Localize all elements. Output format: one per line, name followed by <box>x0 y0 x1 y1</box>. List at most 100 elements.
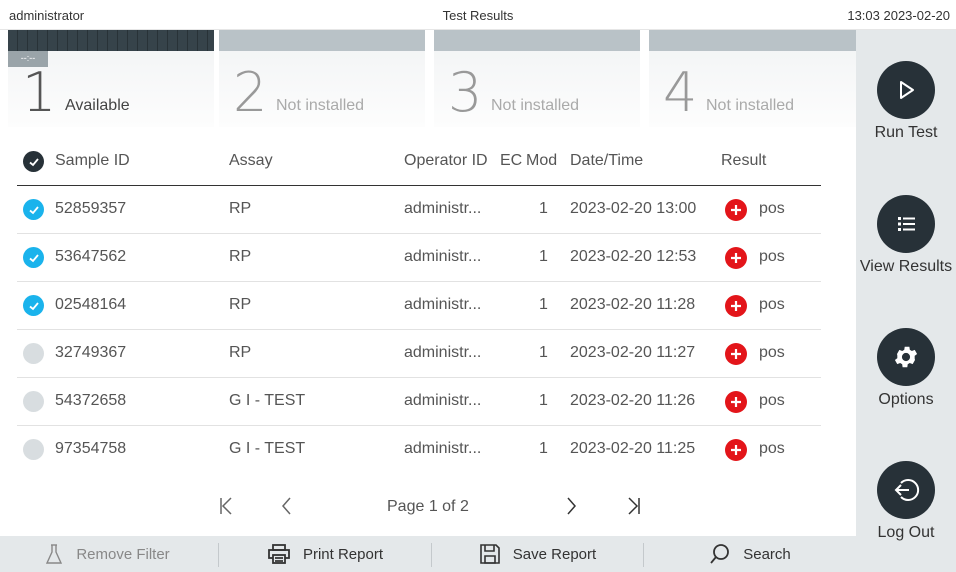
cell-result: pos <box>759 440 785 457</box>
module-status: Not installed <box>491 97 580 114</box>
log-out-label: Log Out <box>877 524 935 541</box>
module-number: 3 <box>448 61 483 124</box>
search-button[interactable]: Search <box>644 536 856 572</box>
save-report-label: Save Report <box>512 545 597 563</box>
page-indicator: Page 1 of 2 <box>387 498 469 515</box>
sidebar: Run Test View Results Options Log Out <box>856 30 956 572</box>
cell-sample-id: 32749367 <box>55 344 127 361</box>
table-header: Sample ID Assay Operator ID EC Mod Date/… <box>17 138 821 186</box>
cell-operator-id: administr... <box>404 248 482 265</box>
positive-result-icon <box>725 343 747 365</box>
first-page-button[interactable] <box>218 494 234 523</box>
select-all-checkbox[interactable] <box>23 151 44 172</box>
print-report-button[interactable]: Print Report <box>219 536 431 572</box>
top-bar: administrator Test Results 13:03 2023-02… <box>0 0 956 30</box>
run-test-button[interactable]: Run Test <box>856 61 956 143</box>
save-disk-icon <box>479 544 500 564</box>
cell-mod: 1 <box>539 296 548 313</box>
cell-datetime: 2023-02-20 11:28 <box>570 296 696 313</box>
cell-mod: 1 <box>539 344 548 361</box>
cell-mod: 1 <box>539 248 548 265</box>
results-table: Sample ID Assay Operator ID EC Mod Date/… <box>17 138 821 474</box>
cell-mod: 1 <box>539 200 548 217</box>
header-mod[interactable]: Mod <box>526 152 557 170</box>
options-button[interactable]: Options <box>856 328 956 410</box>
module-tab-1[interactable]: --:-- 1 Available <box>8 30 214 127</box>
row-select-checkbox[interactable] <box>23 439 44 460</box>
cell-assay: G I - TEST <box>229 392 306 409</box>
row-select-checkbox[interactable] <box>23 391 44 412</box>
view-results-button[interactable]: View Results <box>856 195 956 277</box>
cell-sample-id: 97354758 <box>55 440 127 457</box>
cell-sample-id: 54372658 <box>55 392 127 409</box>
play-icon <box>877 61 935 119</box>
module-tab-3[interactable]: 3 Not installed <box>434 30 640 127</box>
cell-assay: RP <box>229 248 252 265</box>
pagination: Page 1 of 2 <box>0 488 856 524</box>
table-row[interactable]: 32749367 RP administr... 1 2023-02-20 11:27 p… <box>17 330 821 378</box>
module-tab-2[interactable]: 2 Not installed <box>219 30 425 127</box>
cell-operator-id: administr... <box>404 200 482 217</box>
header-result[interactable]: Result <box>721 152 766 170</box>
cell-result: pos <box>759 344 785 361</box>
row-select-checkbox[interactable] <box>23 247 44 268</box>
next-page-button[interactable] <box>566 494 578 523</box>
options-label: Options <box>878 391 934 408</box>
remove-filter-button[interactable]: Remove Filter <box>0 536 214 572</box>
run-test-label: Run Test <box>874 124 938 141</box>
header-sample-id[interactable]: Sample ID <box>55 152 130 170</box>
module-number: 1 <box>22 61 57 124</box>
row-select-checkbox[interactable] <box>23 199 44 220</box>
list-icon <box>877 195 935 253</box>
save-report-button[interactable]: Save Report <box>432 536 643 572</box>
cell-result: pos <box>759 392 785 409</box>
module-status: Available <box>65 97 130 114</box>
header-ec[interactable]: EC <box>500 152 522 170</box>
table-row[interactable]: 97354758 G I - TEST administr... 1 2023-02-2… <box>17 426 821 474</box>
header-assay[interactable]: Assay <box>229 152 273 170</box>
cell-operator-id: administr... <box>404 440 482 457</box>
table-row[interactable]: 02548164 RP administr... 1 2023-02-20 11:28 p… <box>17 282 821 330</box>
log-out-button[interactable]: Log Out <box>856 461 956 543</box>
printer-icon <box>268 544 290 564</box>
row-select-checkbox[interactable] <box>23 295 44 316</box>
table-row[interactable]: 52859357 RP administr... 1 2023-02-20 13:00 p… <box>17 186 821 234</box>
positive-result-icon <box>725 199 747 221</box>
bottom-toolbar: Remove Filter Print Report Save Report S… <box>0 536 856 572</box>
last-page-button[interactable] <box>626 494 642 523</box>
positive-result-icon <box>725 391 747 413</box>
cell-sample-id: 53647562 <box>55 248 127 265</box>
cell-datetime: 2023-02-20 13:00 <box>570 200 697 217</box>
cell-operator-id: administr... <box>404 392 482 409</box>
module-number: 2 <box>233 61 268 124</box>
cell-datetime: 2023-02-20 11:27 <box>570 344 696 361</box>
header-datetime[interactable]: Date/Time <box>570 152 643 170</box>
cell-mod: 1 <box>539 392 548 409</box>
remove-filter-label: Remove Filter <box>76 545 170 563</box>
cell-assay: RP <box>229 200 252 217</box>
search-label: Search <box>743 545 791 563</box>
table-row[interactable]: 54372658 G I - TEST administr... 1 2023-02-2… <box>17 378 821 426</box>
header-operator-id[interactable]: Operator ID <box>404 152 488 170</box>
table-row[interactable]: 53647562 RP administr... 1 2023-02-20 12:53 p… <box>17 234 821 282</box>
module-progress-strip <box>649 30 856 51</box>
clock-date: 13:03 2023-02-20 <box>847 8 950 23</box>
cell-datetime: 2023-02-20 12:53 <box>570 248 697 265</box>
positive-result-icon <box>725 247 747 269</box>
cell-datetime: 2023-02-20 11:25 <box>570 440 696 457</box>
previous-page-button[interactable] <box>280 494 292 523</box>
logout-icon <box>877 461 935 519</box>
cell-mod: 1 <box>539 440 548 457</box>
cell-result: pos <box>759 200 785 217</box>
cell-assay: G I - TEST <box>229 440 306 457</box>
cell-sample-id: 52859357 <box>55 200 127 217</box>
module-tab-4[interactable]: 4 Not installed <box>649 30 856 127</box>
cell-assay: RP <box>229 344 252 361</box>
row-select-checkbox[interactable] <box>23 343 44 364</box>
search-icon <box>710 544 730 564</box>
cell-result: pos <box>759 296 785 313</box>
view-results-label: View Results <box>859 258 953 275</box>
module-status: Not installed <box>276 97 365 114</box>
module-tabs: --:-- 1 Available 2 Not installed 3 Not … <box>8 30 856 127</box>
screen-title: Test Results <box>442 8 514 23</box>
